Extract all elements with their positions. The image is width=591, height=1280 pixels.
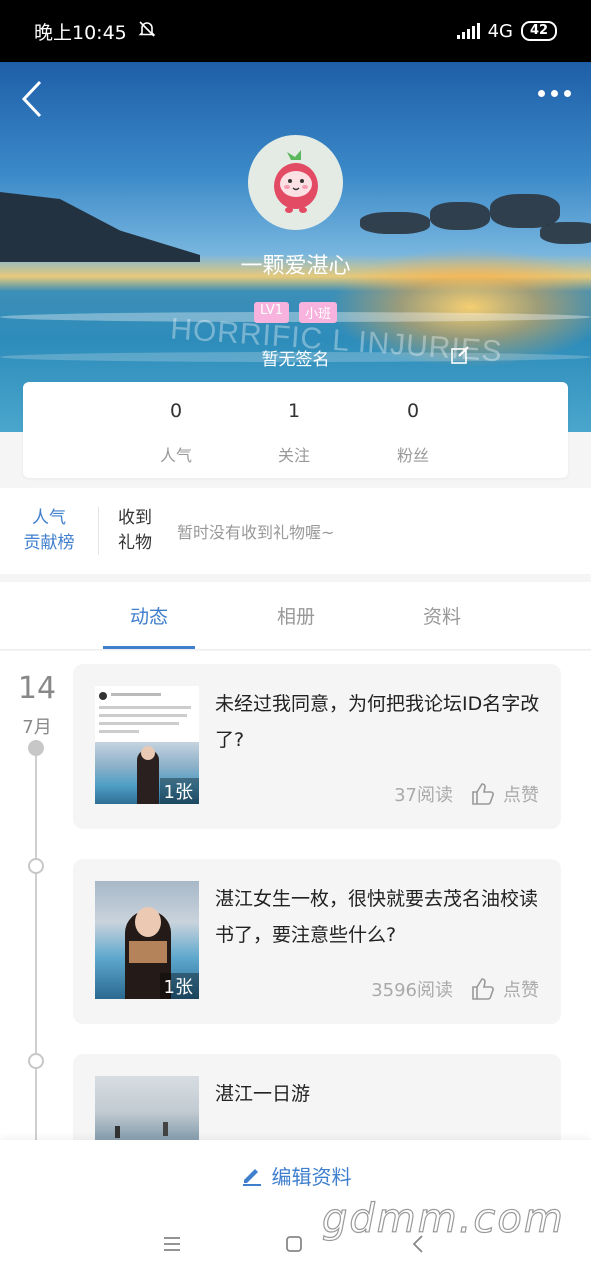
thumbs-up-icon bbox=[472, 783, 494, 805]
stat-following[interactable]: 1 关注 bbox=[264, 400, 324, 466]
battery-icon: 42 bbox=[521, 21, 557, 41]
edit-icon bbox=[451, 346, 469, 364]
received-gifts-label: 收到 礼物 bbox=[99, 506, 171, 556]
post-title: 湛江女生一枚，很快就要去茂名油校读书了，要注意些什么? bbox=[215, 888, 539, 946]
status-bar: 晚上10:45 4G 42 bbox=[0, 0, 591, 62]
more-options-button[interactable] bbox=[538, 90, 571, 97]
home-square-icon bbox=[286, 1236, 302, 1252]
network-type: 4G bbox=[487, 20, 513, 42]
timeline-dot bbox=[28, 858, 44, 874]
like-button[interactable]: 点赞 bbox=[471, 781, 539, 807]
active-tab-indicator bbox=[103, 646, 195, 649]
like-label: 点赞 bbox=[503, 785, 539, 806]
username: 一颗爱湛心 bbox=[240, 254, 351, 279]
profile-tabs: 动态 相册 资料 bbox=[0, 582, 591, 650]
stats-card: 0 人气 1 关注 0 粉丝 bbox=[23, 382, 568, 478]
activity-feed: 14 7月 1张 未经过我同意，为何把我论坛ID名字改了? 37阅读 点赞 1张… bbox=[0, 651, 591, 1219]
popularity-ranking-link[interactable]: 人气 贡献榜 bbox=[0, 506, 98, 556]
post-thumbnail: 1张 bbox=[95, 686, 199, 804]
read-count: 37阅读 bbox=[394, 785, 453, 806]
timeline-month: 7月 bbox=[22, 717, 52, 738]
signal-icon bbox=[456, 23, 480, 39]
home-button[interactable] bbox=[284, 1234, 304, 1258]
timeline-dot bbox=[28, 740, 44, 756]
stat-label: 关注 bbox=[277, 446, 310, 465]
gifts-row: 人气 贡献榜 收到 礼物 暂时没有收到礼物喔~ bbox=[0, 488, 591, 574]
menu-icon bbox=[164, 1237, 180, 1251]
post-meta: 3596阅读 点赞 bbox=[371, 976, 539, 1002]
mute-icon bbox=[137, 19, 157, 44]
received-label-line1: 收到 bbox=[118, 508, 152, 528]
back-button[interactable] bbox=[18, 80, 48, 118]
signature-text: 暂无签名 bbox=[261, 350, 330, 370]
edit-profile-label: 编辑资料 bbox=[271, 1164, 352, 1189]
thumbs-up-icon bbox=[472, 978, 494, 1000]
chevron-left-icon bbox=[21, 80, 42, 118]
menu-button[interactable] bbox=[162, 1234, 182, 1258]
avatar[interactable] bbox=[248, 135, 343, 230]
badge-row: LV1 小班 bbox=[0, 302, 591, 323]
class-badge: 小班 bbox=[298, 302, 337, 323]
picture-count: 1张 bbox=[159, 973, 199, 999]
post-title: 湛江一日游 bbox=[215, 1083, 311, 1105]
profile-header-background: HORRIFIC L INJURIES 一颗爱湛心 LV1 小班 暂无签名 bbox=[0, 62, 591, 432]
edit-signature-button[interactable] bbox=[451, 346, 469, 364]
post-title: 未经过我同意，为何把我论坛ID名字改了? bbox=[215, 693, 540, 751]
stat-value: 0 bbox=[169, 400, 183, 422]
post-card[interactable]: 1张 未经过我同意，为何把我论坛ID名字改了? 37阅读 点赞 bbox=[73, 664, 561, 829]
timeline-dot bbox=[28, 1053, 44, 1069]
like-button[interactable]: 点赞 bbox=[471, 976, 539, 1002]
received-label-line2: 礼物 bbox=[118, 533, 152, 553]
no-gifts-text: 暂时没有收到礼物喔~ bbox=[177, 523, 335, 542]
stat-followers[interactable]: 0 粉丝 bbox=[383, 400, 443, 466]
status-time: 晚上10:45 bbox=[34, 21, 127, 44]
level-badge: LV1 bbox=[254, 302, 289, 323]
tab-activity[interactable]: 动态 bbox=[99, 602, 199, 629]
ranking-label-line2: 贡献榜 bbox=[23, 533, 75, 553]
stat-value: 1 bbox=[287, 400, 301, 422]
stat-label: 粉丝 bbox=[396, 446, 429, 465]
post-meta: 37阅读 点赞 bbox=[394, 781, 539, 807]
site-watermark: gdmm.com bbox=[321, 1195, 565, 1242]
post-thumbnail: 1张 bbox=[95, 881, 199, 999]
picture-count: 1张 bbox=[159, 778, 199, 804]
stat-value: 0 bbox=[406, 400, 420, 422]
pencil-icon bbox=[242, 1169, 261, 1186]
timeline-line bbox=[35, 747, 37, 1157]
stat-popularity[interactable]: 0 人气 bbox=[146, 400, 206, 466]
timeline-day: 14 bbox=[17, 671, 57, 706]
ranking-label-line1: 人气 bbox=[32, 508, 66, 528]
tab-album[interactable]: 相册 bbox=[246, 602, 346, 629]
stat-label: 人气 bbox=[159, 446, 192, 465]
like-label: 点赞 bbox=[503, 980, 539, 1001]
profile-screen: 晚上10:45 4G 42 HORRIFIC L INJURIES 一颗爱湛心 … bbox=[0, 0, 591, 1280]
lychee-mascot-icon bbox=[273, 149, 318, 213]
read-count: 3596阅读 bbox=[371, 980, 453, 1001]
tab-info[interactable]: 资料 bbox=[392, 602, 492, 629]
post-card[interactable]: 1张 湛江女生一枚，很快就要去茂名油校读书了，要注意些什么? 3596阅读 点赞 bbox=[73, 859, 561, 1024]
